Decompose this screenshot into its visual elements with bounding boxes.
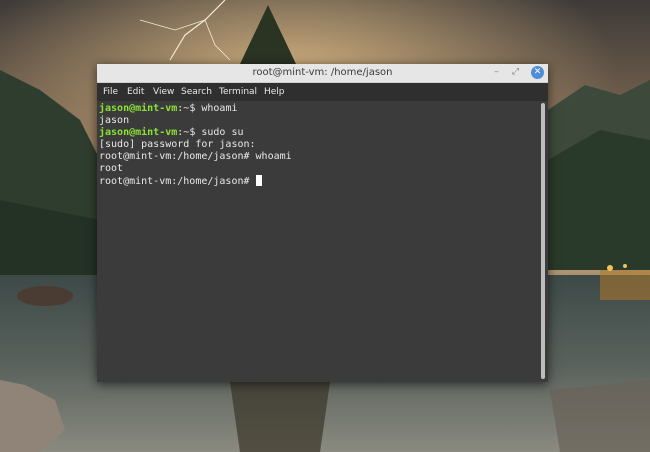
terminal-line: root@mint-vm:/home/jason# [99,175,262,187]
menu-bar: File Edit View Search Terminal Help [97,83,548,101]
terminal-line: jason@mint-vm:~$ whoami [99,103,238,115]
close-icon[interactable]: ✕ [531,66,544,79]
terminal-output[interactable]: jason@mint-vm:~$ whoami jason jason@mint… [97,101,540,382]
prompt-command: :~$ sudo su [177,127,244,138]
menu-view[interactable]: View [153,83,174,101]
terminal-line: jason@mint-vm:~$ sudo su [99,127,244,139]
terminal-line: root [99,163,124,174]
terminal-line: jason [99,115,130,126]
terminal-line: root@mint-vm:/home/jason# whoami [99,151,292,162]
prompt-root: root@mint-vm:/home/jason# [99,176,256,187]
prompt-user: jason@mint-vm [99,127,178,138]
prompt-user: jason@mint-vm [99,103,178,114]
terminal-window[interactable]: root@mint-vm: /home/jason – ⤢ ✕ File Edi… [97,64,548,382]
menu-help[interactable]: Help [264,83,285,101]
menu-file[interactable]: File [103,83,118,101]
menu-terminal[interactable]: Terminal [219,83,257,101]
window-titlebar[interactable]: root@mint-vm: /home/jason – ⤢ ✕ [97,64,548,83]
menu-edit[interactable]: Edit [127,83,144,101]
maximize-icon[interactable]: ⤢ [509,66,522,79]
window-title: root@mint-vm: /home/jason [252,67,393,78]
minimize-icon[interactable]: – [490,66,503,79]
terminal-scrollbar[interactable] [540,101,548,382]
prompt-command: :~$ whoami [177,103,238,114]
menu-search[interactable]: Search [181,83,212,101]
scrollbar-thumb[interactable] [541,103,545,379]
text-cursor [255,175,262,186]
terminal-line: [sudo] password for jason: [99,139,256,150]
